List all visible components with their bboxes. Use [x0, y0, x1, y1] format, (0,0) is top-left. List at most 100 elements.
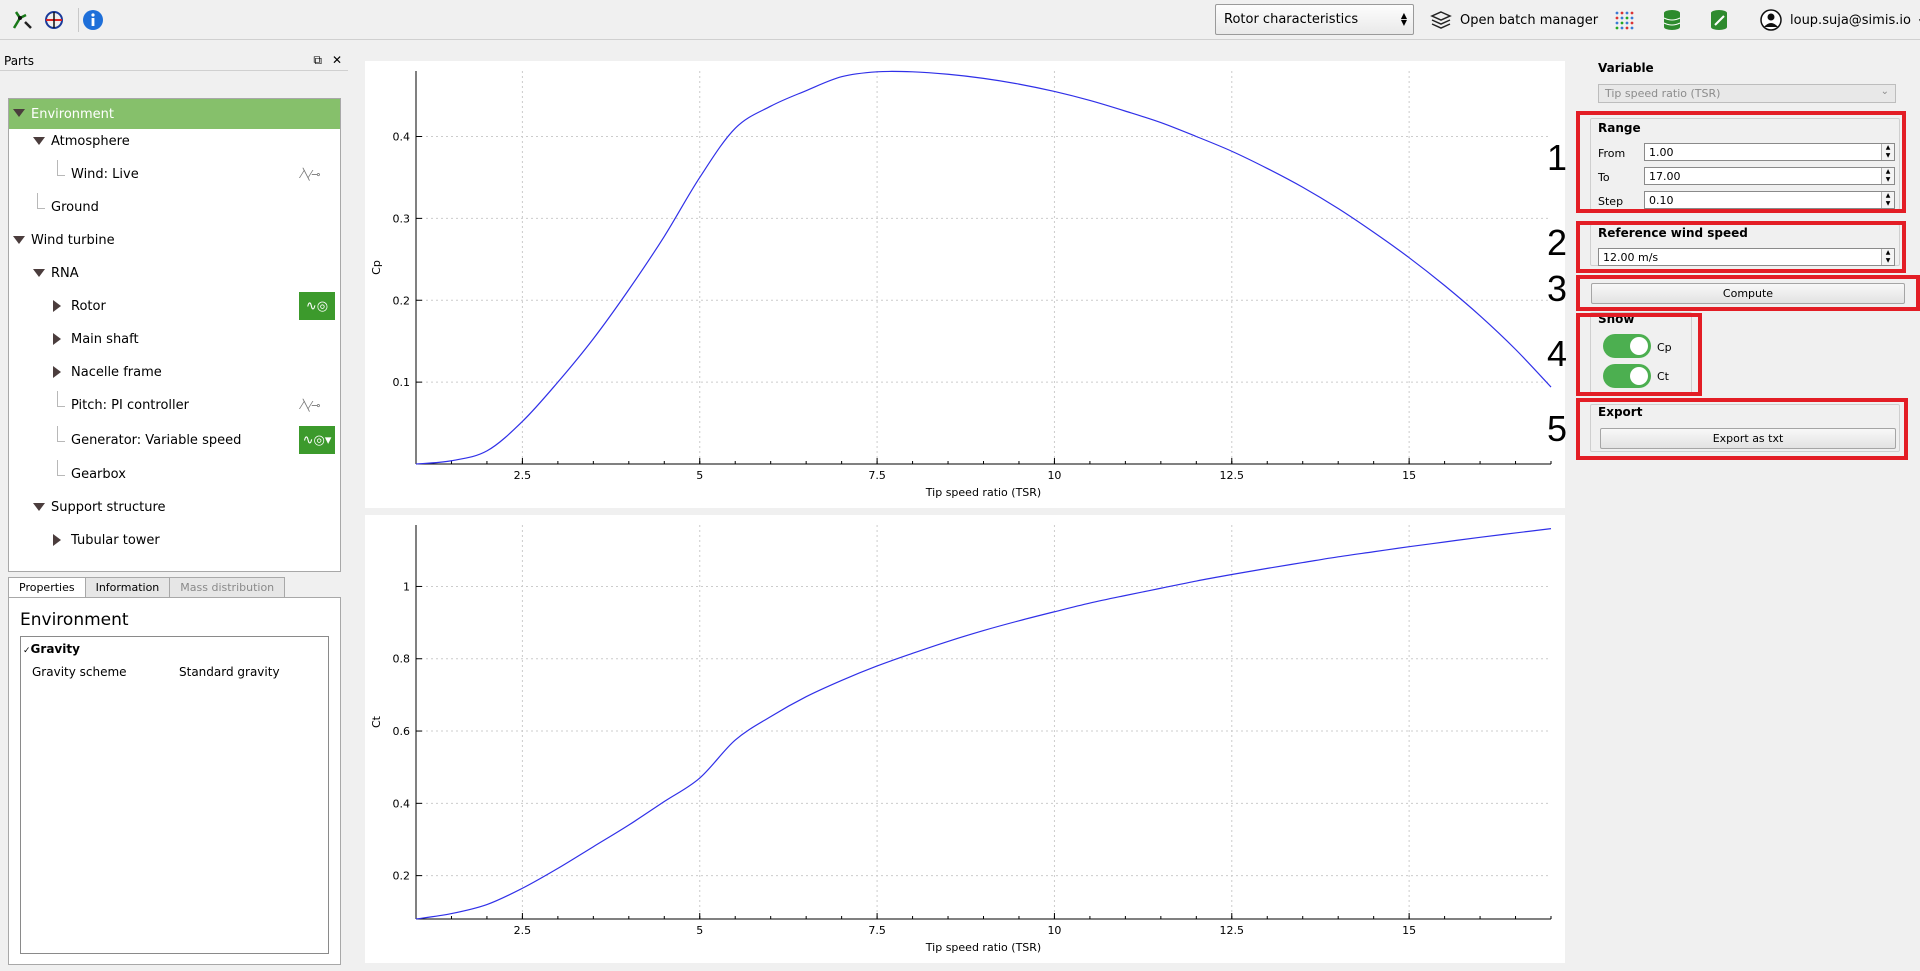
tree-item-main-shaft[interactable]: Main shaft	[9, 325, 340, 353]
dot-grid-icon[interactable]	[1612, 8, 1636, 32]
tree-item-tubular-tower[interactable]: Tubular tower	[9, 526, 340, 554]
cp-chart-svg: 2.5 5 7.5 10 12.5 15 0.1 0.2 0.3 0.4 Tip speed rat…	[370, 70, 1552, 499]
y-axis-label: Cp	[370, 260, 383, 275]
tree-item-label: Wind: Live	[71, 166, 139, 182]
tree-item-nacelle-frame[interactable]: Nacelle frame	[9, 358, 340, 386]
parts-panel-header: Parts ⧉ ✕	[0, 51, 348, 71]
database-icon[interactable]	[1660, 8, 1684, 32]
annotation-box-3	[1576, 275, 1920, 311]
user-menu[interactable]: loup.suja@simis.io ▼	[1760, 8, 1920, 32]
property-value[interactable]: Standard gravity	[179, 665, 280, 679]
close-icon[interactable]: ✕	[332, 53, 342, 68]
tree-item-pitch-pi-controller[interactable]: Pitch: PI controller ⁄╲⁄⊸	[9, 391, 340, 419]
turbine-edit-icon[interactable]	[42, 8, 66, 32]
x-tick-label: 7.5	[868, 469, 886, 482]
info-icon[interactable]	[81, 8, 105, 32]
top-toolbar: Rotor characteristics ▲ ▼ Open batch mana…	[0, 0, 1920, 40]
tree-branch-line	[57, 475, 65, 476]
layers-icon	[1430, 11, 1452, 29]
property-grid: ✓Gravity Gravity scheme Standard gravity	[20, 636, 329, 954]
tree-item-label: Wind turbine	[31, 232, 115, 248]
model-badge-icon[interactable]: ∿◎	[299, 292, 335, 320]
variable-label: Variable	[1598, 61, 1654, 75]
expand-right-icon[interactable]	[53, 300, 61, 312]
group-label: Gravity	[30, 642, 80, 656]
x-tick-label: 7.5	[868, 924, 886, 937]
expand-down-icon[interactable]	[33, 137, 45, 145]
cp-series-line	[415, 70, 1552, 465]
tree-item-rotor[interactable]: Rotor ∿◎	[9, 292, 340, 320]
property-name: Gravity scheme	[32, 665, 127, 679]
properties-heading: Environment	[20, 610, 129, 630]
tree-item-wind-live[interactable]: Wind: Live ⁄╲⁄⊸	[9, 160, 340, 188]
tree-item-label: Ground	[51, 199, 99, 215]
x-tick-label: 5	[696, 924, 703, 937]
batch-label: Open batch manager	[1460, 12, 1599, 28]
mode-select[interactable]: Rotor characteristics ▲ ▼	[1215, 4, 1414, 35]
tree-item-generator-variable-speed[interactable]: Generator: Variable speed ∿◎▾	[9, 426, 340, 454]
model-badge-dropdown-icon[interactable]: ∿◎▾	[299, 426, 335, 454]
tab-properties[interactable]: Properties	[8, 577, 86, 598]
ct-chart: 2.5 5 7.5 10 12.5 15 0.2 0.4 0.6 0.8 1 Tip speed ra…	[365, 515, 1565, 963]
annotation-number-1: 1	[1547, 137, 1568, 178]
tree-branch-line	[57, 160, 58, 175]
tree-item-wind-turbine[interactable]: Wind turbine	[9, 226, 340, 254]
tree-branch-line	[37, 208, 45, 209]
tree-item-label: Tubular tower	[71, 532, 160, 548]
chevron-down-icon: ⌄	[1880, 86, 1889, 97]
tree-item-ground[interactable]: Ground	[9, 193, 340, 221]
property-group-gravity[interactable]: ✓Gravity	[23, 642, 80, 656]
tree-item-support-structure[interactable]: Support structure	[9, 493, 340, 521]
annotation-box-4	[1576, 313, 1702, 396]
y-axis-label: Ct	[370, 715, 383, 728]
x-tick-label: 2.5	[514, 924, 532, 937]
tree-item-environment[interactable]: Environment	[9, 99, 340, 129]
tree-branch-line	[37, 193, 38, 208]
tree-branch-line	[57, 460, 58, 475]
expand-down-icon[interactable]	[33, 503, 45, 511]
tree-item-label: Support structure	[51, 499, 166, 515]
x-tick-label: 15	[1402, 924, 1416, 937]
tree-item-label: Gearbox	[71, 466, 126, 482]
x-tick-label: 10	[1047, 924, 1061, 937]
select-arrows-icon: ▲ ▼	[1400, 11, 1407, 27]
x-tick-label: 15	[1402, 469, 1416, 482]
parts-tree: Environment Atmosphere Wind: Live ⁄╲⁄⊸ Groun…	[8, 98, 341, 572]
tree-branch-line	[57, 391, 58, 406]
x-tick-label: 10	[1047, 469, 1061, 482]
annotation-number-3: 3	[1547, 268, 1568, 309]
tree-item-label: RNA	[51, 265, 79, 281]
tab-information[interactable]: Information	[84, 577, 171, 597]
annotation-box-2	[1576, 221, 1906, 273]
expand-right-icon[interactable]	[53, 534, 61, 546]
expand-down-icon[interactable]	[13, 109, 25, 117]
expand-right-icon[interactable]	[53, 366, 61, 378]
tab-mass-distribution[interactable]: Mass distribution	[169, 577, 286, 597]
expand-down-icon[interactable]	[33, 269, 45, 277]
open-batch-manager-button[interactable]: Open batch manager	[1430, 9, 1598, 31]
tree-item-gearbox[interactable]: Gearbox	[9, 460, 340, 488]
expand-right-icon[interactable]	[53, 333, 61, 345]
toolbar-separator	[78, 8, 79, 32]
ct-chart-svg: 2.5 5 7.5 10 12.5 15 0.2 0.4 0.6 0.8 1 Tip speed ra…	[370, 525, 1552, 954]
annotation-number-2: 2	[1547, 222, 1568, 263]
y-tick-label: 0.6	[393, 725, 411, 738]
annotation-box-5	[1576, 398, 1908, 460]
turbine-wrench-icon[interactable]	[10, 8, 34, 32]
tree-item-label: Nacelle frame	[71, 364, 162, 380]
mode-select-value: Rotor characteristics	[1224, 12, 1359, 27]
expand-down-icon[interactable]	[13, 236, 25, 244]
annotation-box-1	[1576, 111, 1906, 213]
tree-branch-line	[57, 426, 58, 441]
y-tick-label: 1	[403, 580, 410, 593]
waveform-icon[interactable]: ⁄╲⁄⊸	[301, 168, 321, 181]
y-tick-label: 0.3	[393, 212, 411, 225]
y-tick-label: 0.1	[393, 376, 411, 389]
undock-icon[interactable]: ⧉	[313, 53, 322, 68]
tree-item-rna[interactable]: RNA	[9, 259, 340, 287]
x-axis-label: Tip speed ratio (TSR)	[925, 941, 1041, 954]
tree-item-atmosphere[interactable]: Atmosphere	[9, 127, 340, 155]
variable-select[interactable]: Tip speed ratio (TSR) ⌄	[1598, 84, 1896, 103]
waveform-icon[interactable]: ⁄╲⁄⊸	[301, 399, 321, 412]
database-edit-icon[interactable]	[1707, 8, 1731, 32]
